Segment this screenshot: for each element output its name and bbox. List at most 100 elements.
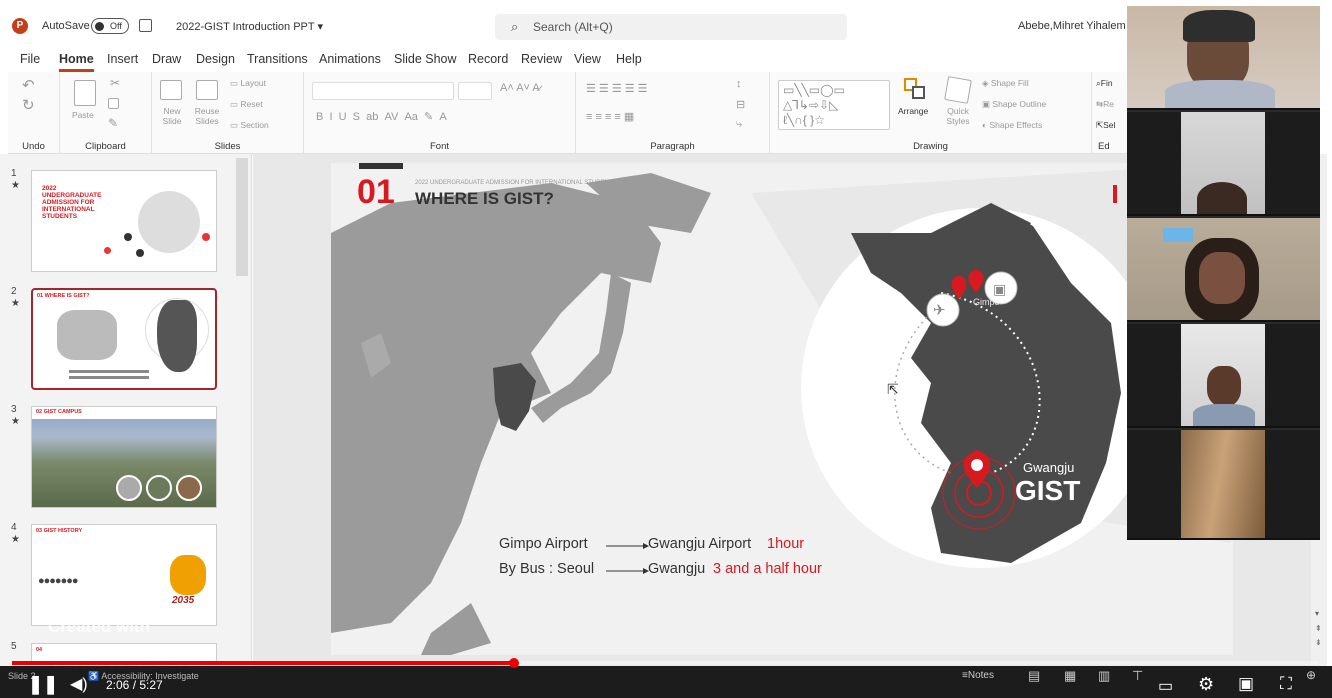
slide-number: 5 bbox=[11, 641, 17, 652]
thumb-dot bbox=[136, 249, 144, 257]
tab-review[interactable]: Review bbox=[521, 52, 562, 66]
search-icon: ⌕ bbox=[511, 19, 519, 34]
tab-animations[interactable]: Animations bbox=[319, 52, 381, 66]
tab-view[interactable]: View bbox=[574, 52, 601, 66]
watermark-text: Created with bbox=[48, 617, 151, 636]
participant-video-1[interactable] bbox=[1127, 6, 1320, 110]
gimpo-label: Gimpo bbox=[973, 297, 1000, 307]
find-button[interactable]: ⌕Fin bbox=[1096, 78, 1113, 89]
new-slide-button[interactable]: New Slide bbox=[160, 106, 184, 126]
tab-record[interactable]: Record bbox=[468, 52, 508, 66]
arrange-icon[interactable] bbox=[902, 76, 928, 102]
list-icons[interactable]: ☰ ☰ ☰ ☰ ☰ bbox=[586, 82, 648, 95]
smartart-icon[interactable]: ⤷ bbox=[736, 118, 742, 131]
wall-note bbox=[1163, 228, 1193, 242]
font-size-select[interactable] bbox=[458, 82, 492, 100]
font-format-icons[interactable]: B I U S ab AV Aa ✎ A bbox=[316, 110, 447, 123]
fullscreen-icon[interactable]: ⛶ bbox=[1280, 674, 1292, 694]
tab-transitions[interactable]: Transitions bbox=[247, 52, 308, 66]
slide-title: WHERE IS GIST? bbox=[415, 189, 554, 208]
slideshow-icon[interactable]: ⊤ bbox=[1132, 668, 1143, 684]
settings-gear-icon[interactable]: ⚙ bbox=[1198, 674, 1214, 695]
undo-icon[interactable]: ↶ bbox=[22, 76, 35, 94]
thumb-china-map bbox=[57, 310, 117, 360]
shape-effects-button[interactable]: ◐ Shape Effects bbox=[982, 120, 1042, 130]
thumbnail-scrollbar[interactable] bbox=[236, 158, 248, 276]
reuse-slides-button[interactable]: Reuse Slides bbox=[192, 106, 222, 126]
group-label: Clipboard bbox=[85, 141, 126, 152]
quick-styles-icon[interactable] bbox=[944, 76, 972, 104]
tab-slide-show[interactable]: Slide Show bbox=[394, 52, 457, 66]
quick-styles-button[interactable]: Quick Styles bbox=[940, 106, 976, 126]
pause-icon[interactable]: ❚❚ bbox=[28, 674, 58, 695]
slide-number: 1 bbox=[11, 168, 17, 179]
arrange-button[interactable]: Arrange bbox=[898, 106, 928, 116]
participant-video-3[interactable] bbox=[1127, 218, 1320, 322]
cut-icon[interactable]: ✂ bbox=[110, 76, 120, 90]
shapes-gallery[interactable]: ▭╲╲▭◯▭ △⅂↳⇨⇩◺ ℓ╲∩{ }☆ bbox=[778, 80, 890, 130]
group-slides: New Slide Reuse Slides ▭ Layout ▭ Reset … bbox=[152, 72, 304, 154]
fit-slide-icon[interactable]: ⊕ bbox=[1306, 668, 1316, 682]
notes-button[interactable]: ≡Notes bbox=[962, 670, 994, 681]
tab-design[interactable]: Design bbox=[196, 52, 235, 66]
tab-draw[interactable]: Draw bbox=[152, 52, 181, 66]
text-direction-icon[interactable]: ↕ bbox=[736, 78, 742, 90]
slide-thumbnail-3[interactable]: 02 GIST CAMPUS bbox=[31, 406, 217, 508]
align-icons[interactable]: ≡ ≡ ≡ ≡ ▦ bbox=[586, 110, 634, 123]
slide-thumbnail-1[interactable]: 2022 UNDERGRADUATE ADMISSION FOR INTERNA… bbox=[31, 170, 217, 272]
section-button[interactable]: ▭ Section bbox=[230, 120, 269, 131]
new-slide-icon[interactable] bbox=[160, 80, 182, 100]
select-button[interactable]: ⇱Sel bbox=[1096, 120, 1115, 131]
reuse-slides-icon[interactable] bbox=[196, 80, 218, 100]
shape-fill-button[interactable]: ◈ Shape Fill bbox=[982, 78, 1029, 89]
svg-text:✈: ✈ bbox=[933, 301, 946, 319]
slide-thumbnail-2[interactable]: 01 WHERE IS GIST? bbox=[31, 288, 217, 390]
participant-video-4[interactable] bbox=[1127, 324, 1320, 428]
participant-face bbox=[1207, 366, 1241, 406]
prev-slide-icon[interactable]: ⇞ bbox=[1315, 624, 1322, 633]
video-progress-bar[interactable] bbox=[12, 658, 1318, 668]
user-name[interactable]: Abebe,Mihret Yihalem bbox=[1018, 20, 1126, 32]
slide-thumbnail-4[interactable]: 03 GIST HISTORY ●●●●●●● 2035 bbox=[31, 524, 217, 626]
font-family-select[interactable] bbox=[312, 82, 454, 100]
thumb-emblem bbox=[170, 555, 206, 595]
participant-video-2[interactable] bbox=[1127, 112, 1320, 216]
autosave-toggle[interactable]: Off bbox=[91, 18, 129, 34]
tab-home[interactable]: Home bbox=[59, 52, 94, 72]
document-title[interactable]: 2022-GIST Introduction PPT ▾ bbox=[176, 20, 323, 33]
slide-canvas[interactable]: ✈ ▣ 01 2022 UNDERGRADUATE ADMISSION FOR … bbox=[331, 163, 1233, 655]
paste-icon[interactable] bbox=[74, 80, 96, 106]
scroll-down-icon[interactable]: ▾ bbox=[1315, 609, 1319, 618]
reset-button[interactable]: ▭ Reset bbox=[230, 99, 263, 110]
format-painter-icon[interactable]: ✎ bbox=[108, 116, 118, 130]
thumb-photo bbox=[176, 475, 202, 501]
participant-head bbox=[1197, 182, 1247, 214]
paste-button[interactable]: Paste bbox=[72, 110, 94, 120]
city-label: Gwangju bbox=[1023, 460, 1075, 475]
volume-icon[interactable]: ◀) bbox=[70, 674, 88, 694]
slide-sorter-icon[interactable]: ▦ bbox=[1064, 668, 1076, 684]
redo-icon[interactable]: ↻ bbox=[22, 96, 35, 114]
next-slide-icon[interactable]: ⇟ bbox=[1315, 638, 1322, 647]
miniplayer-icon[interactable]: ▣ bbox=[1238, 674, 1254, 694]
search-box[interactable]: ⌕ Search (Alt+Q) bbox=[495, 14, 847, 40]
logo-mark bbox=[1113, 185, 1117, 203]
shape-outline-button[interactable]: ▣ Shape Outline bbox=[982, 99, 1046, 110]
tab-file[interactable]: File bbox=[20, 52, 40, 66]
layout-button[interactable]: ▭ Layout bbox=[230, 78, 266, 89]
normal-view-icon[interactable]: ▤ bbox=[1028, 668, 1040, 684]
captions-icon[interactable]: ▭ bbox=[1158, 676, 1173, 696]
participant-video-5[interactable] bbox=[1127, 430, 1320, 540]
slide-number: 4 bbox=[11, 522, 17, 533]
reading-view-icon[interactable]: ▥ bbox=[1098, 668, 1110, 684]
grow-font-icon[interactable]: A˄ A˅ A̷ bbox=[500, 82, 540, 94]
tab-insert[interactable]: Insert bbox=[107, 52, 138, 66]
save-icon[interactable] bbox=[139, 19, 152, 32]
align-text-icon[interactable]: ⊟ bbox=[736, 98, 745, 111]
copy-icon[interactable] bbox=[108, 98, 119, 109]
tab-help[interactable]: Help bbox=[616, 52, 642, 66]
thumb-dot bbox=[202, 233, 210, 241]
progress-knob[interactable] bbox=[508, 658, 519, 668]
slide-number: 3 bbox=[11, 404, 17, 415]
replace-button[interactable]: ⇆Re bbox=[1096, 99, 1114, 110]
